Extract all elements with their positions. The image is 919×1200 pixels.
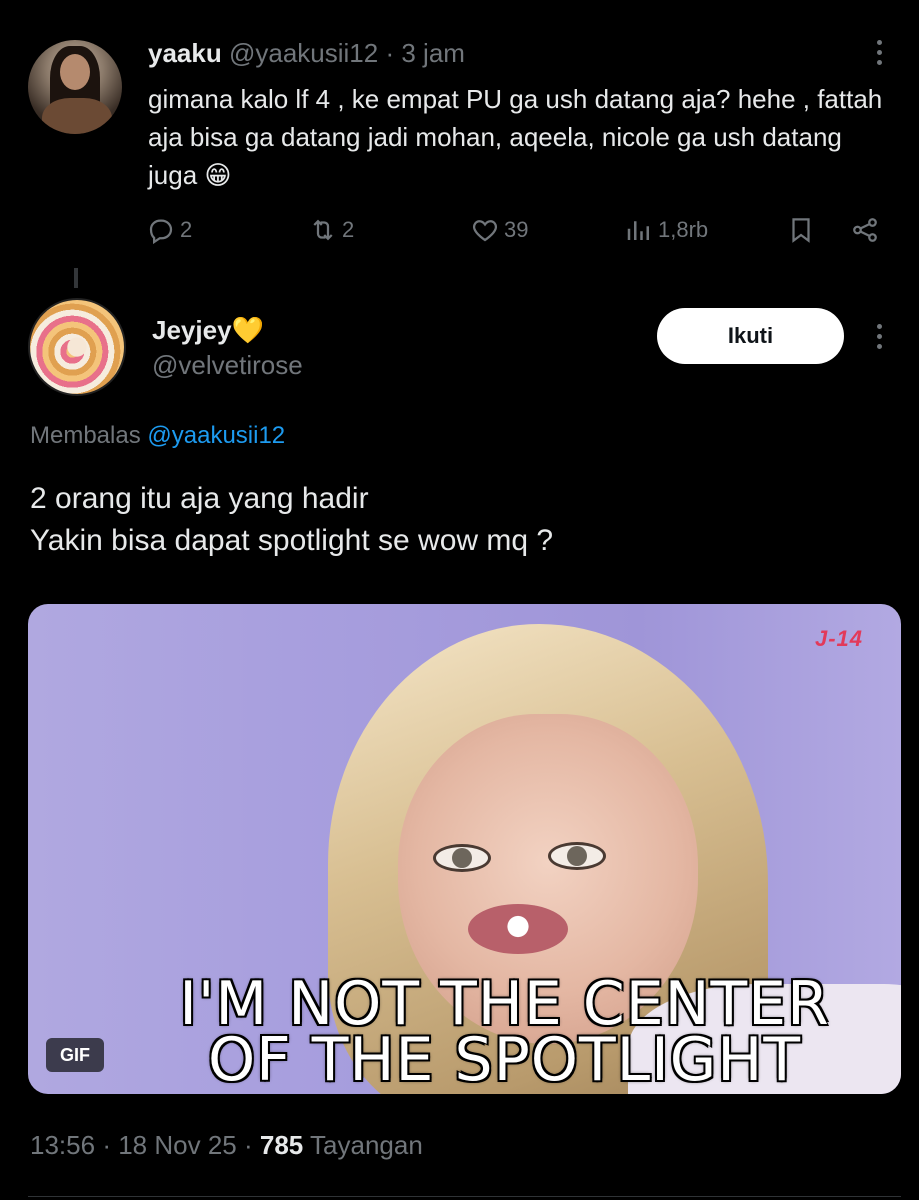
tweet-date[interactable]: 18 Nov 25 (118, 1130, 237, 1160)
bookmark-icon (792, 218, 810, 243)
gif-eye-right (548, 842, 606, 870)
tweet-text: 2 orang itu aja yang hadir Yakin bisa da… (30, 478, 890, 562)
avatar-face (60, 54, 90, 90)
separator-dot: · (243, 1130, 253, 1160)
tweet-meta: 13:56 · 18 Nov 25 · 785 Tayangan (30, 1130, 423, 1161)
gif-mouth (468, 904, 568, 954)
views-label: Tayangan (310, 1130, 423, 1160)
caption-line: OF THE SPOTLIGHT (207, 1025, 802, 1094)
more-options-icon[interactable] (872, 320, 886, 364)
tweet-header: yaaku @yaakusii12 · 3 jam (148, 38, 465, 69)
caption-line: I'M NOT THE CENTER (179, 969, 830, 1039)
thread-connector (74, 268, 78, 288)
reply-mention-link[interactable]: @yaakusii12 (147, 422, 285, 449)
reply-button[interactable]: 2 (146, 210, 192, 250)
tweet-time[interactable]: 13:56 (30, 1130, 95, 1160)
gif-caption: I'M NOT THE CENTER OF THE SPOTLIGHT (28, 969, 901, 1094)
gif-media[interactable]: J-14 I'M NOT THE CENTER OF THE SPOTLIGHT… (28, 604, 901, 1094)
author-name[interactable]: yaaku (148, 38, 222, 68)
views-count: 1,8rb (658, 217, 709, 242)
share-button[interactable] (850, 210, 880, 250)
share-icon (853, 218, 877, 242)
reply-count: 2 (180, 217, 193, 242)
separator-dot: · (102, 1130, 111, 1160)
separator-dot: · (385, 38, 395, 68)
reply-icon (149, 219, 173, 245)
follow-button[interactable]: Ikuti (657, 308, 844, 364)
author-handle[interactable]: @yaakusii12 (229, 38, 378, 68)
avatar[interactable] (28, 40, 122, 134)
bookmark-button[interactable] (786, 210, 816, 250)
avatar-body (42, 98, 112, 134)
tweet-text-line: 2 orang itu aja yang hadir (30, 482, 369, 515)
gif-badge: GIF (46, 1038, 104, 1072)
author-handle[interactable]: @velvetirose (152, 350, 303, 381)
repost-icon (313, 219, 333, 241)
views-button[interactable]: 1,8rb (624, 210, 708, 250)
divider (28, 1196, 901, 1197)
like-button[interactable]: 39 (470, 210, 528, 250)
tweet-text-line: Yakin bisa dapat spotlight se wow mq ? (30, 524, 554, 557)
views-count: 785 (259, 1130, 304, 1160)
reply-context: Membalas @yaakusii12 (30, 422, 285, 450)
repost-count: 2 (342, 217, 355, 242)
heart-icon (472, 220, 498, 242)
tweet-text: gimana kalo lf 4 , ke empat PU ga ush da… (148, 84, 883, 190)
repost-button[interactable]: 2 (308, 210, 354, 250)
tweet-time[interactable]: 3 jam (401, 38, 465, 68)
more-options-icon[interactable] (872, 36, 886, 80)
gif-eye-left (433, 844, 491, 872)
avatar[interactable] (28, 298, 126, 396)
analytics-icon (627, 221, 649, 240)
author-name[interactable]: Jeyjey💛 (152, 315, 264, 346)
like-count: 39 (504, 217, 529, 242)
watermark-logo: J-14 (814, 626, 863, 651)
reply-prefix: Membalas (30, 422, 141, 449)
